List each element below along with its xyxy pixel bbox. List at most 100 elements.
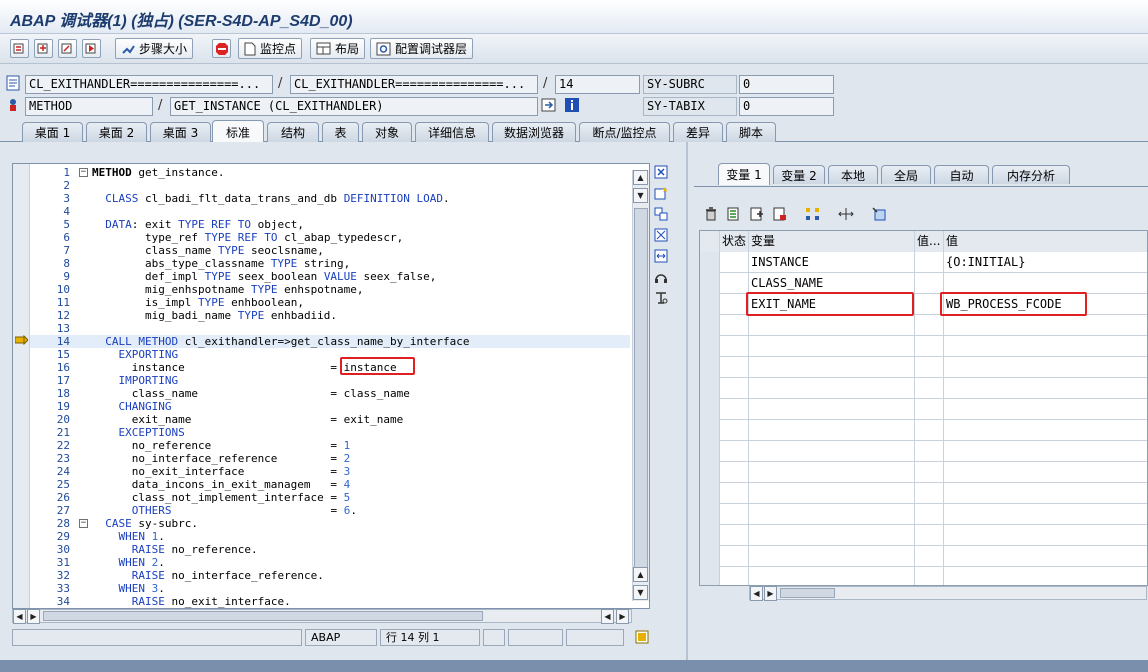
variable-name-cell[interactable] [749, 315, 915, 336]
row-selector[interactable] [700, 420, 720, 441]
value-cell[interactable] [944, 273, 1147, 294]
editor-vertical-scrollbar[interactable]: ▲ ▼ ▲ ▼ [632, 170, 649, 601]
row-selector[interactable] [700, 273, 720, 294]
tab-variables2[interactable]: 变量 2 [773, 165, 825, 184]
row-selector[interactable] [700, 315, 720, 336]
code-line[interactable]: 28− CASE sy-subrc. [30, 517, 630, 530]
settings-icon[interactable] [870, 205, 888, 223]
code-line[interactable]: 18 class_name = class_name [30, 387, 630, 400]
row-selector[interactable] [700, 357, 720, 378]
scroll-up-button[interactable]: ▲ [633, 170, 648, 185]
code-line[interactable]: 4 [30, 205, 630, 218]
editor-horizontal-scrollbar[interactable]: ◀ ▶ ◀ ▶ [12, 609, 632, 624]
code-line[interactable]: 33 WHEN 3. [30, 582, 630, 595]
row-selector[interactable] [700, 567, 720, 585]
delete-icon[interactable] [702, 205, 720, 223]
status-config-icon[interactable] [635, 630, 649, 644]
scroll-right-button[interactable]: ▶ [27, 609, 40, 624]
row-selector[interactable] [700, 483, 720, 504]
include-field[interactable]: CL_EXITHANDLER===============... [290, 75, 538, 94]
status-cell[interactable] [720, 252, 749, 273]
status-cell[interactable] [720, 357, 749, 378]
hierarchy-icon[interactable] [804, 205, 822, 223]
services-icon[interactable] [652, 268, 670, 286]
table-row[interactable] [700, 441, 1147, 462]
value-short-cell[interactable] [915, 315, 944, 336]
status-cell[interactable] [720, 462, 749, 483]
code-line[interactable]: 12 mig_badi_name TYPE enhbadiid. [30, 309, 630, 322]
continue-icon[interactable] [82, 39, 101, 58]
navigate-icon[interactable] [541, 97, 559, 115]
value-cell[interactable] [944, 462, 1147, 483]
tab-memory-analysis[interactable]: 内存分析 [992, 165, 1070, 184]
value-short-cell[interactable] [915, 336, 944, 357]
table-row[interactable] [700, 336, 1147, 357]
row-selector[interactable] [700, 504, 720, 525]
tab-object[interactable]: 对象 [362, 122, 412, 142]
table-row[interactable] [700, 504, 1147, 525]
value-cell[interactable]: {O:INITIAL} [944, 252, 1147, 273]
value-short-cell[interactable] [915, 378, 944, 399]
value-cell[interactable] [944, 546, 1147, 567]
variables-horizontal-scrollbar[interactable]: ◀ ▶ [749, 586, 1147, 601]
code-line[interactable]: 30 RAISE no_reference. [30, 543, 630, 556]
value-short-cell[interactable] [915, 483, 944, 504]
row-selector[interactable] [700, 546, 720, 567]
h-scroll-thumb[interactable] [43, 611, 483, 621]
insert-icon[interactable] [725, 205, 743, 223]
variable-name-cell[interactable] [749, 441, 915, 462]
single-step-icon[interactable] [10, 39, 29, 58]
code-line[interactable]: 24 no_exit_interface = 3 [30, 465, 630, 478]
append-icon[interactable] [748, 205, 766, 223]
swap-tool-icon[interactable] [652, 205, 670, 223]
code-line[interactable]: 5 DATA: exit TYPE REF TO object, [30, 218, 630, 231]
config-layers-button[interactable]: 配置调试器层 [370, 38, 474, 59]
code-line[interactable]: 27 OTHERS = 6. [30, 504, 630, 517]
variable-name-cell[interactable] [749, 567, 915, 585]
info-icon[interactable] [564, 97, 582, 115]
tab-standard[interactable]: 标准 [212, 120, 264, 143]
scroll-left-button-end[interactable]: ◀ [601, 609, 614, 624]
code-line[interactable]: 16 instance = instance [30, 361, 630, 374]
header-value-short[interactable]: 值... [915, 231, 944, 252]
tab-script[interactable]: 脚本 [726, 122, 776, 142]
value-short-cell[interactable] [915, 546, 944, 567]
variable-name-cell[interactable]: CLASS_NAME [749, 273, 915, 294]
value-cell[interactable] [944, 336, 1147, 357]
status-cell[interactable] [720, 273, 749, 294]
value-cell[interactable] [944, 567, 1147, 585]
program-field[interactable]: CL_EXITHANDLER===============... [25, 75, 273, 94]
tab-global[interactable]: 全局 [881, 165, 931, 184]
variable-name-cell[interactable] [749, 399, 915, 420]
table-row[interactable] [700, 315, 1147, 336]
new-tool-icon[interactable] [652, 184, 670, 202]
code-line[interactable]: 23 no_interface_reference = 2 [30, 452, 630, 465]
status-cell[interactable] [720, 483, 749, 504]
tab-breakpoints[interactable]: 断点/监控点 [579, 122, 670, 142]
code-line[interactable]: 9 def_impl TYPE seex_boolean VALUE seex_… [30, 270, 630, 283]
row-selector[interactable] [700, 252, 720, 273]
value-cell[interactable] [944, 483, 1147, 504]
value-short-cell[interactable] [915, 252, 944, 273]
status-cell[interactable] [720, 294, 749, 315]
code-line[interactable]: 14 CALL METHOD cl_exithandler=>get_class… [30, 335, 630, 348]
tab-structure[interactable]: 结构 [267, 122, 319, 142]
variable-name-cell[interactable]: INSTANCE [749, 252, 915, 273]
tab-data-browser[interactable]: 数据浏览器 [492, 122, 576, 142]
table-row[interactable] [700, 399, 1147, 420]
status-cell[interactable] [720, 378, 749, 399]
scroll-down-button[interactable]: ▼ [633, 585, 648, 600]
row-selector[interactable] [700, 378, 720, 399]
breakpoint-gutter[interactable] [13, 164, 30, 608]
value-short-cell[interactable] [915, 273, 944, 294]
value-cell[interactable] [944, 378, 1147, 399]
code-line[interactable]: 2 [30, 179, 630, 192]
stop-icon[interactable] [212, 39, 231, 58]
var-scroll-right-button[interactable]: ▶ [764, 586, 777, 601]
value-short-cell[interactable] [915, 504, 944, 525]
row-selector[interactable] [700, 399, 720, 420]
value-short-cell[interactable] [915, 567, 944, 585]
status-cell[interactable] [720, 399, 749, 420]
status-cell[interactable] [720, 420, 749, 441]
variable-name-cell[interactable] [749, 378, 915, 399]
